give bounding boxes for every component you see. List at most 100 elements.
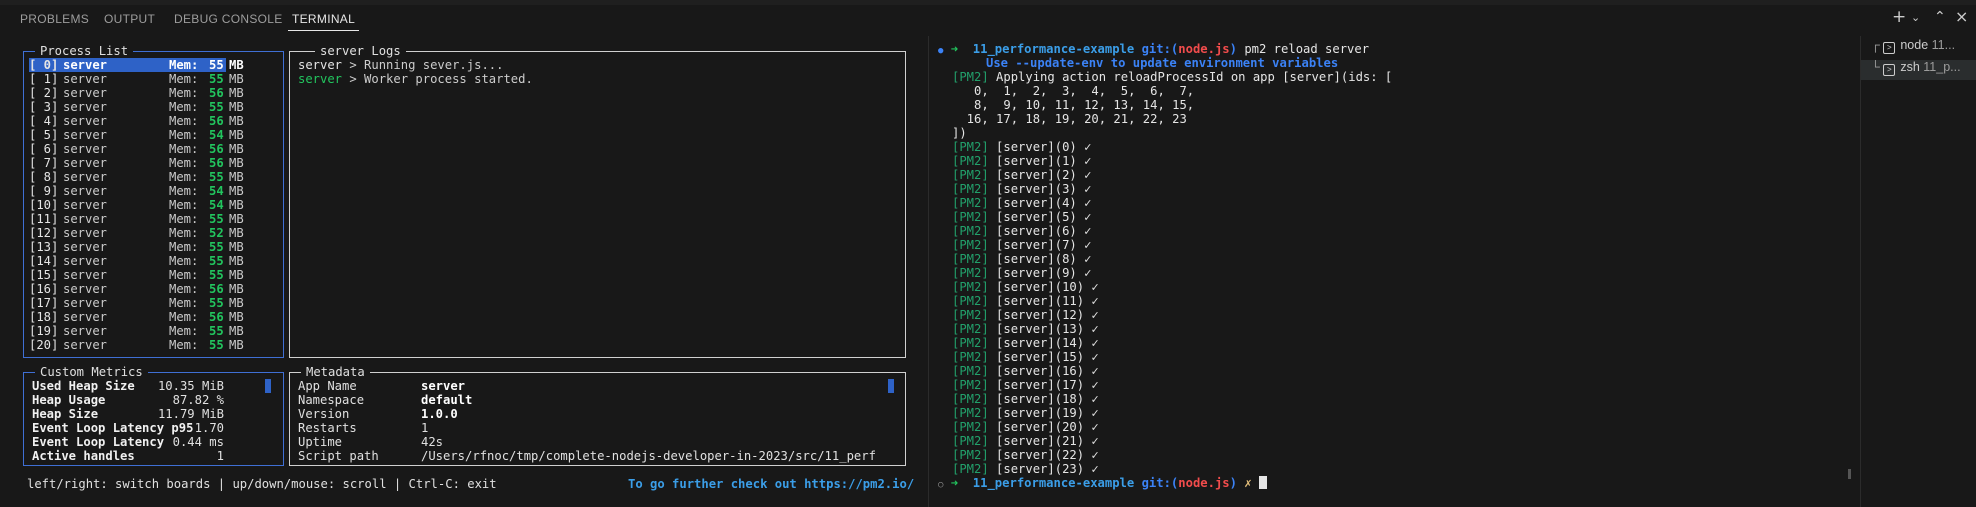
pm2-tag: [PM2] bbox=[952, 406, 989, 420]
logs-box[interactable]: server Logs server > Running sever.js...… bbox=[289, 44, 906, 358]
mem-value: 56 bbox=[209, 142, 224, 156]
reload-status-line: [PM2] [server](20) ✓ bbox=[952, 420, 1099, 434]
reload-result: [server](3) ✓ bbox=[996, 182, 1092, 196]
reload-result: [server](22) ✓ bbox=[996, 448, 1099, 462]
log-prefix: server bbox=[298, 58, 343, 72]
mem-unit: MB bbox=[229, 184, 244, 198]
metadata-box[interactable]: Metadata App Name server Namespace default V… bbox=[289, 365, 906, 466]
reload-status-line: [PM2] [server](11) ✓ bbox=[952, 294, 1099, 308]
reload-status-line: [PM2] [server](23) ✓ bbox=[952, 462, 1099, 476]
process-list-box[interactable]: Process List [ 0] server Mem: 55 MB [ 1] serve… bbox=[23, 44, 284, 358]
reload-status-line: [PM2] [server](15) ✓ bbox=[952, 350, 1099, 364]
terminal-tab-node[interactable]: ┌ > node 11... bbox=[1871, 38, 1976, 58]
mem-value: 56 bbox=[209, 310, 224, 324]
terminal-icon: > bbox=[1883, 64, 1896, 76]
mem-value: 52 bbox=[209, 226, 224, 240]
process-row[interactable]: [20] server Mem: 55 MB bbox=[29, 338, 244, 352]
process-name: server bbox=[63, 254, 108, 268]
metadata-value: 1.0.0 bbox=[421, 407, 458, 421]
reload-status-line: [PM2] [server](10) ✓ bbox=[952, 280, 1099, 294]
git-label: git:( bbox=[1141, 42, 1179, 56]
process-name: server bbox=[63, 226, 108, 240]
process-row[interactable]: [19] server Mem: 55 MB bbox=[29, 324, 244, 338]
process-row[interactable]: [ 8] server Mem: 55 MB bbox=[29, 170, 244, 184]
git-label: git:( bbox=[1141, 476, 1179, 490]
process-row[interactable]: [ 7] server Mem: 56 MB bbox=[29, 156, 244, 170]
process-row[interactable]: [ 4] server Mem: 56 MB bbox=[29, 114, 244, 128]
process-row[interactable]: [ 6] server Mem: 56 MB bbox=[29, 142, 244, 156]
reload-status-line: [PM2] [server](2) ✓ bbox=[952, 168, 1091, 182]
mem-value: 54 bbox=[209, 184, 224, 198]
mem-value: 56 bbox=[209, 156, 224, 170]
mem-label: Mem: bbox=[169, 72, 199, 86]
process-row[interactable]: [18] server Mem: 56 MB bbox=[29, 310, 244, 324]
new-terminal-icon[interactable]: + bbox=[1892, 7, 1906, 27]
close-panel-icon[interactable]: × bbox=[1955, 7, 1968, 26]
tab-problems[interactable]: PROBLEMS bbox=[20, 12, 89, 26]
reload-status-line: [PM2] [server](17) ✓ bbox=[952, 378, 1099, 392]
mem-value: 55 bbox=[209, 240, 224, 254]
mem-unit: MB bbox=[229, 296, 244, 310]
process-name: server bbox=[63, 128, 108, 142]
chevron-down-icon[interactable]: ⌄ bbox=[1911, 11, 1920, 24]
pm2-tag: [PM2] bbox=[952, 364, 989, 378]
pm2-io-link[interactable]: To go further check out https://pm2.io/ bbox=[628, 477, 914, 491]
metric-row: Active handles 1 bbox=[32, 449, 224, 463]
reload-result: [server](8) ✓ bbox=[996, 252, 1092, 266]
metric-value: 1.70 bbox=[194, 421, 224, 435]
terminal-scrollbar[interactable] bbox=[1848, 469, 1851, 479]
mem-label: Mem: bbox=[169, 114, 199, 128]
pm2-tag: [PM2] bbox=[952, 378, 989, 392]
reload-result: [server](13) ✓ bbox=[996, 322, 1099, 336]
process-name: server bbox=[63, 100, 108, 114]
reload-result: [server](20) ✓ bbox=[996, 420, 1099, 434]
mem-unit: MB bbox=[229, 114, 244, 128]
process-name: server bbox=[63, 338, 108, 352]
custom-metrics-box[interactable]: Custom Metrics Used Heap Size 10.35 MiB He… bbox=[23, 365, 284, 466]
process-row[interactable]: [ 9] server Mem: 54 MB bbox=[29, 184, 244, 198]
tab-terminal[interactable]: TERMINAL bbox=[287, 12, 360, 31]
process-row[interactable]: [12] server Mem: 52 MB bbox=[29, 226, 244, 240]
process-row[interactable]: [ 1] server Mem: 55 MB bbox=[29, 72, 244, 86]
process-row[interactable]: [ 3] server Mem: 55 MB bbox=[29, 100, 244, 114]
mem-unit: MB bbox=[229, 254, 244, 268]
process-row[interactable]: [10] server Mem: 54 MB bbox=[29, 198, 244, 212]
mem-label: Mem: bbox=[169, 226, 199, 240]
panel-tab-bar: PROBLEMS OUTPUT DEBUG CONSOLE TERMINAL +… bbox=[0, 0, 1976, 36]
process-row[interactable]: [14] server Mem: 55 MB bbox=[29, 254, 244, 268]
maximize-panel-icon[interactable]: ⌃ bbox=[1934, 9, 1946, 25]
process-name: server bbox=[63, 86, 108, 100]
mem-value: 55 bbox=[209, 100, 224, 114]
mem-value: 55 bbox=[209, 212, 224, 226]
process-row[interactable]: [17] server Mem: 55 MB bbox=[29, 296, 244, 310]
process-row[interactable]: [13] server Mem: 55 MB bbox=[29, 240, 244, 254]
metadata-key: Restarts bbox=[298, 421, 357, 435]
reload-status-line: [PM2] [server](0) ✓ bbox=[952, 140, 1091, 154]
process-row[interactable]: [15] server Mem: 55 MB bbox=[29, 268, 244, 282]
tab-output[interactable]: OUTPUT bbox=[104, 12, 155, 26]
mem-unit: MB bbox=[229, 128, 244, 142]
mem-label: Mem: bbox=[169, 170, 199, 184]
pm2-tag: [PM2] bbox=[952, 420, 989, 434]
reload-status-line: [PM2] [server](7) ✓ bbox=[952, 238, 1091, 252]
pm2-tag: [PM2] bbox=[952, 336, 989, 350]
process-row[interactable]: [ 0] server Mem: 55 MB bbox=[29, 58, 244, 72]
process-row[interactable]: [11] server Mem: 55 MB bbox=[29, 212, 244, 226]
process-row[interactable]: [ 2] server Mem: 56 MB bbox=[29, 86, 244, 100]
metric-name: Heap Usage bbox=[32, 393, 106, 407]
process-id: [19] bbox=[29, 324, 59, 338]
scroll-cursor bbox=[888, 379, 894, 393]
terminal-tab-label: node bbox=[1900, 38, 1929, 52]
process-name: server bbox=[63, 114, 108, 128]
terminal-tab-zsh[interactable]: └ > zsh 11_p... bbox=[1861, 60, 1976, 80]
tab-debug-console[interactable]: DEBUG CONSOLE bbox=[174, 12, 283, 26]
reload-status-line: [PM2] [server](5) ✓ bbox=[952, 210, 1091, 224]
terminal-split-divider[interactable] bbox=[928, 36, 929, 507]
metadata-key: Script path bbox=[298, 449, 379, 463]
metadata-value: default bbox=[421, 393, 473, 407]
process-row[interactable]: [16] server Mem: 56 MB bbox=[29, 282, 244, 296]
process-row[interactable]: [ 5] server Mem: 54 MB bbox=[29, 128, 244, 142]
pm2-tag: [PM2] bbox=[952, 462, 989, 476]
metric-value: 0.44 ms bbox=[172, 435, 224, 449]
prompt-arrow-icon: ➜ bbox=[950, 42, 959, 56]
